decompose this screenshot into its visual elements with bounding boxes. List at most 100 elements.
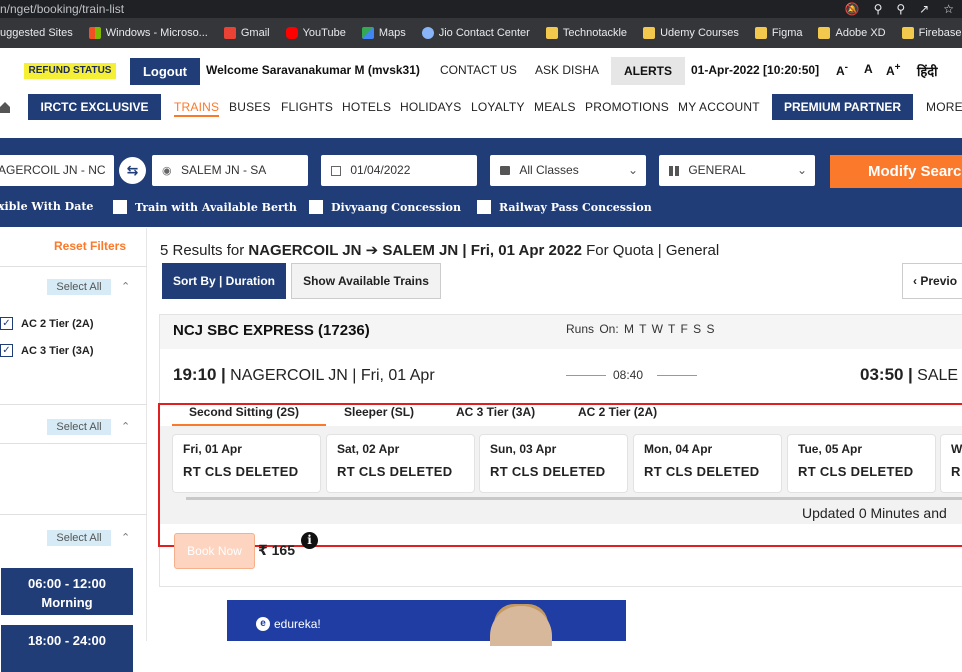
- fare-amount: ₹ 165: [258, 542, 295, 558]
- folder-icon: [818, 27, 831, 39]
- swap-stations-button[interactable]: ⇆: [119, 157, 146, 184]
- irctc-exclusive-button[interactable]: IRCTC EXCLUSIVE: [28, 94, 161, 120]
- ask-disha-link[interactable]: ASK DISHA: [535, 63, 599, 77]
- bookmark-udemy[interactable]: Udemy Courses: [643, 27, 739, 39]
- from-station-input[interactable]: AGERCOIL JN - NC: [0, 155, 114, 186]
- logout-button[interactable]: Logout: [130, 58, 200, 85]
- select-all-timing[interactable]: Select All: [47, 530, 111, 546]
- contact-us-link[interactable]: CONTACT US: [440, 63, 517, 77]
- bookmark-jio[interactable]: Jio Contact Center: [421, 27, 530, 39]
- font-normal-button[interactable]: A: [864, 62, 873, 76]
- duration-line: [566, 375, 606, 376]
- select-all-section-2[interactable]: Select All: [47, 419, 111, 435]
- collapse-icon[interactable]: ⌃: [121, 420, 130, 433]
- nav-trains[interactable]: TRAINS: [174, 100, 220, 117]
- departure-info: 19:10 | NAGERCOIL JN | Fri, 01 Apr: [173, 365, 435, 384]
- filter-class-3a[interactable]: ✓ AC 3 Tier (3A): [0, 344, 94, 357]
- available-berth-checkbox[interactable]: [113, 200, 127, 214]
- share-icon[interactable]: ↗: [919, 0, 929, 18]
- checkbox-checked[interactable]: ✓: [0, 344, 13, 357]
- show-available-trains-button[interactable]: Show Available Trains: [291, 263, 441, 299]
- bookmark-maps[interactable]: Maps: [361, 27, 406, 39]
- select-all-classes[interactable]: Select All: [47, 279, 111, 295]
- bookmark-firebase[interactable]: Firebase: [901, 27, 961, 39]
- briefcase-icon: [500, 166, 510, 176]
- address-bar[interactable]: n/nget/booking/train-list: [0, 0, 962, 18]
- font-increase-button[interactable]: A+: [886, 62, 901, 78]
- collapse-icon[interactable]: ⌃: [121, 531, 130, 544]
- info-icon[interactable]: i: [301, 532, 318, 549]
- alerts-button[interactable]: ALERTS: [611, 57, 685, 85]
- train-name[interactable]: NCJ SBC EXPRESS (17236): [173, 322, 370, 339]
- bookmark-technotackle[interactable]: Technotackle: [545, 27, 627, 39]
- class-select[interactable]: All Classes ⌄: [490, 155, 646, 186]
- runs-on: Runs On: M T W T F S S: [566, 322, 715, 336]
- windows-icon: [88, 27, 101, 39]
- quota-select[interactable]: GENERAL ⌄: [659, 155, 815, 186]
- checkbox-checked[interactable]: ✓: [0, 317, 13, 330]
- bookmark-youtube[interactable]: YouTube: [285, 27, 346, 39]
- available-berth-option[interactable]: Train with Available Berth: [113, 200, 297, 214]
- nav-hotels[interactable]: HOTELS: [342, 100, 391, 114]
- hindi-language-link[interactable]: हिंदी: [917, 62, 938, 80]
- collapse-icon[interactable]: ⌃: [121, 280, 130, 293]
- nav-flights[interactable]: FLIGHTS: [281, 100, 333, 114]
- nav-buses[interactable]: BUSES: [229, 100, 271, 114]
- divider: [0, 266, 147, 267]
- railway-pass-checkbox[interactable]: [477, 200, 491, 214]
- modify-search-button[interactable]: Modify Search: [830, 155, 962, 188]
- maps-icon: [361, 27, 374, 39]
- refund-status-link[interactable]: REFUND STATUS: [24, 63, 116, 79]
- star-icon[interactable]: ☆: [943, 0, 954, 18]
- zoom-icon[interactable]: ⚲: [896, 0, 905, 18]
- chevron-left-icon: ‹: [913, 274, 917, 288]
- reset-filters-link[interactable]: Reset Filters: [54, 239, 126, 253]
- edureka-e-icon: e: [256, 617, 270, 631]
- bookmark-figma[interactable]: Figma: [754, 27, 802, 39]
- jio-icon: [421, 27, 434, 39]
- bookmark-suggested-sites[interactable]: uggested Sites: [0, 27, 73, 39]
- nav-meals[interactable]: MEALS: [534, 100, 576, 114]
- folder-icon: [643, 27, 656, 39]
- nav-loyalty[interactable]: LOYALTY: [471, 100, 525, 114]
- to-station-input[interactable]: ◉ SALEM JN - SA: [152, 155, 308, 186]
- journey-date-input[interactable]: 01/04/2022: [321, 155, 477, 186]
- arrival-info: 03:50 | SALE: [860, 365, 959, 384]
- font-decrease-button[interactable]: A-: [836, 62, 848, 78]
- bookmark-gmail[interactable]: Gmail: [223, 27, 270, 39]
- folder-icon: [754, 27, 767, 39]
- grid-icon: [669, 165, 679, 176]
- nav-my-account[interactable]: MY ACCOUNT: [678, 100, 760, 114]
- previous-day-button[interactable]: ‹ Previo: [902, 263, 962, 299]
- bookmark-windows[interactable]: Windows - Microso...: [88, 27, 208, 39]
- flexible-with-date-option[interactable]: xible With Date: [0, 200, 93, 213]
- bookmark-adobe-xd[interactable]: Adobe XD: [818, 27, 886, 39]
- divyaang-checkbox[interactable]: [309, 200, 323, 214]
- home-icon[interactable]: [0, 101, 10, 113]
- divider: [0, 443, 147, 444]
- nav-promotions[interactable]: PROMOTIONS: [585, 100, 669, 114]
- url-text[interactable]: n/nget/booking/train-list: [0, 2, 124, 16]
- book-now-button[interactable]: Book Now: [174, 533, 255, 569]
- time-filter-morning[interactable]: 06:00 - 12:00 Morning: [1, 568, 133, 615]
- bell-muted-icon[interactable]: 🔕: [845, 0, 860, 18]
- bookmarks-bar: uggested Sites Windows - Microso... Gmai…: [0, 18, 962, 48]
- sort-by-duration-button[interactable]: Sort By | Duration: [162, 263, 286, 299]
- filter-class-2a[interactable]: ✓ AC 2 Tier (2A): [0, 317, 94, 330]
- calendar-icon: [331, 165, 341, 176]
- results-summary: 5 Results for NAGERCOIL JN ➔ SALEM JN | …: [160, 242, 720, 259]
- folder-icon: [545, 27, 558, 39]
- time-filter-night[interactable]: 18:00 - 24:00: [1, 625, 133, 672]
- key-icon[interactable]: ⚲: [874, 0, 883, 18]
- journey-duration: 08:40: [613, 368, 644, 382]
- divider: [0, 514, 147, 515]
- divyaang-option[interactable]: Divyaang Concession: [309, 200, 461, 214]
- chevron-down-icon: ⌄: [796, 163, 807, 177]
- youtube-icon: [285, 27, 298, 39]
- highlight-annotation-box: [158, 403, 962, 547]
- arrow-right-icon: ➔: [365, 242, 379, 259]
- nav-holidays[interactable]: HOLIDAYS: [400, 100, 461, 114]
- premium-partner-button[interactable]: PREMIUM PARTNER: [772, 94, 913, 120]
- nav-more[interactable]: MORE: [926, 100, 962, 114]
- railway-pass-option[interactable]: Railway Pass Concession: [477, 200, 652, 214]
